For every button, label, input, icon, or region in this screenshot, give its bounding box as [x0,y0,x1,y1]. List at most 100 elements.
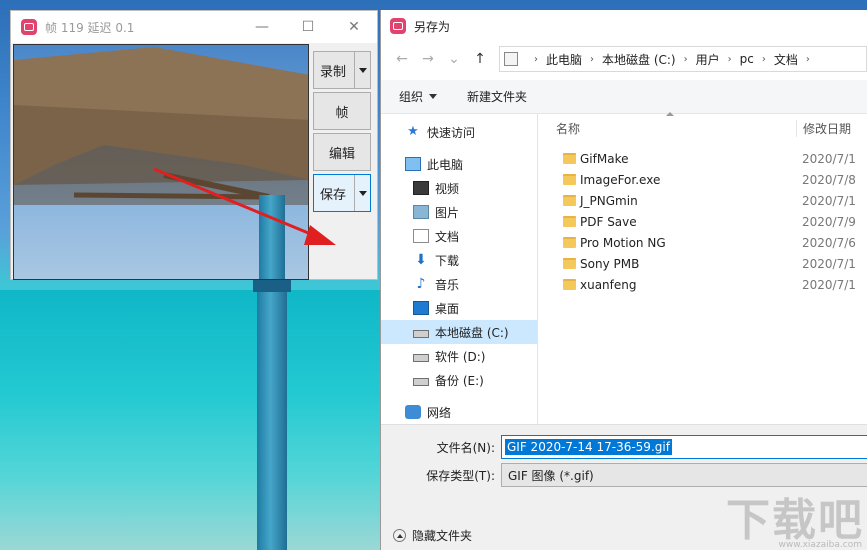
nav-downloads-label: 下载 [435,253,460,268]
address-row: ← → ⌄ ↑ › 此电脑 › 本地磁盘 (C:) › 用户 › pc › 文档… [381,42,867,76]
forward-arrow-icon[interactable]: → [415,46,441,72]
column-name-header[interactable]: 名称 [538,112,796,137]
column-date-label: 修改日期 [803,122,852,136]
new-folder-button[interactable]: 新建文件夹 [467,88,527,105]
nav-network-label: 网络 [427,405,452,420]
breadcrumb-this-pc[interactable]: 此电脑 [546,51,582,68]
back-arrow-icon[interactable]: ← [389,46,415,72]
video-icon [413,181,429,195]
filename-input[interactable]: GIF 2020-7-14 17-36-59.gif [501,435,867,459]
nav-this-pc[interactable]: 此电脑 [381,152,537,176]
file-name: Pro Motion NG [580,235,666,250]
table-row[interactable]: GifMake 2020/7/1 [538,148,867,169]
chevron-right-icon: › [683,53,688,65]
dialog-app-icon [390,18,406,34]
nav-this-pc-label: 此电脑 [427,157,464,172]
navigation-pane: ★ 快速访问 此电脑 视频 图片 文档 ⬇ 下载 ♪ 音乐 桌面 本地磁盘 (C… [381,114,538,424]
file-list: 名称 修改日期 GifMake 2020/7/1 ImageFor.exe 20… [538,112,867,424]
app-icon [21,19,37,35]
folder-icon [563,195,576,206]
file-name: J_PNGmin [580,193,638,208]
chevron-right-icon: › [534,53,538,65]
wallpaper-pole-ring [253,280,291,292]
nav-downloads[interactable]: ⬇ 下载 [381,248,537,272]
filetype-label: 保存类型(T): [426,468,495,483]
close-button[interactable]: ✕ [331,11,377,43]
nav-local-disk-label: 本地磁盘 (C:) [435,325,509,340]
nav-documents-label: 文档 [435,229,460,244]
site-watermark-url: www.xiazaiba.com [778,540,862,550]
nav-desktop[interactable]: 桌面 [381,296,537,320]
filename-label: 文件名(N): [436,440,495,455]
folder-icon [563,153,576,164]
computer-icon [504,52,518,66]
desktop-icon [413,301,429,315]
nav-quick-access[interactable]: ★ 快速访问 [381,120,537,144]
computer-icon [405,157,421,171]
record-button[interactable]: 录制 [313,51,371,89]
file-date: 2020/7/1 [802,151,856,166]
hide-folders-toggle[interactable]: 隐藏文件夹 [393,527,472,544]
frame-window-titlebar[interactable]: 帧 119 延迟 0.1 — ☐ ✕ [11,11,377,43]
table-row[interactable]: Pro Motion NG 2020/7/6 [538,232,867,253]
red-annotation-arrow-icon [153,167,336,245]
file-name: xuanfeng [580,277,637,292]
nav-backup-e[interactable]: 备份 (E:) [381,368,537,392]
breadcrumb-documents[interactable]: 文档 [774,51,798,68]
recent-locations-chevron-icon[interactable]: ⌄ [441,46,467,72]
file-date: 2020/7/1 [802,256,856,271]
dialog-toolbar: 组织 新建文件夹 [381,80,867,114]
nav-music[interactable]: ♪ 音乐 [381,272,537,296]
chevron-right-icon: › [590,53,595,65]
file-date: 2020/7/9 [802,214,856,229]
table-row[interactable]: ImageFor.exe 2020/7/8 [538,169,867,190]
table-row[interactable]: J_PNGmin 2020/7/1 [538,190,867,211]
column-name-label: 名称 [556,122,581,136]
column-date-header[interactable]: 修改日期 [796,120,867,137]
nav-local-disk-c[interactable]: 本地磁盘 (C:) [381,320,537,344]
file-date: 2020/7/6 [802,235,856,250]
file-name: GifMake [580,151,629,166]
up-arrow-icon[interactable]: ↑ [467,46,493,72]
address-bar[interactable]: › 此电脑 › 本地磁盘 (C:) › 用户 › pc › 文档 › [499,46,867,72]
nav-pictures[interactable]: 图片 [381,200,537,224]
wallpaper-umbrella-pole [257,278,287,550]
document-icon [413,229,429,243]
download-arrow-icon: ⬇ [415,252,427,268]
maximize-button[interactable]: ☐ [285,11,331,43]
save-as-dialog: 另存为 ← → ⌄ ↑ › 此电脑 › 本地磁盘 (C:) › 用户 › pc … [380,10,867,550]
nav-documents[interactable]: 文档 [381,224,537,248]
breadcrumb-users[interactable]: 用户 [696,51,720,68]
minimize-button[interactable]: — [239,11,285,43]
nav-desktop-label: 桌面 [435,301,460,316]
table-row[interactable]: Sony PMB 2020/7/1 [538,253,867,274]
organize-label: 组织 [399,90,424,104]
column-headers: 名称 修改日期 [538,112,867,144]
folder-icon [563,258,576,269]
save-dialog-titlebar[interactable]: 另存为 [381,10,867,42]
new-folder-label: 新建文件夹 [467,90,528,104]
nav-software-d[interactable]: 软件 (D:) [381,344,537,368]
nav-software-label: 软件 (D:) [435,349,486,364]
star-icon: ★ [407,124,419,139]
table-row[interactable]: PDF Save 2020/7/9 [538,211,867,232]
nav-network[interactable]: 网络 [381,400,537,424]
drive-icon [413,378,429,386]
breadcrumb-local-disk[interactable]: 本地磁盘 (C:) [602,51,676,68]
nav-videos[interactable]: 视频 [381,176,537,200]
organize-menu[interactable]: 组织 [399,88,438,105]
music-note-icon: ♪ [416,276,426,292]
breadcrumb-pc[interactable]: pc [740,52,754,66]
frame-button[interactable]: 帧 [313,92,371,130]
save-dropdown-icon[interactable] [354,175,370,211]
record-dropdown-icon[interactable] [354,52,370,88]
nav-videos-label: 视频 [435,181,460,196]
file-name: Sony PMB [580,256,640,271]
file-date: 2020/7/1 [802,193,856,208]
table-row[interactable]: xuanfeng 2020/7/1 [538,274,867,295]
folder-icon [563,174,576,185]
frame-button-label: 帧 [335,105,349,121]
chevron-right-icon: › [727,53,732,65]
filename-row: 文件名(N): GIF 2020-7-14 17-36-59.gif [381,435,867,459]
drive-icon [413,354,429,362]
